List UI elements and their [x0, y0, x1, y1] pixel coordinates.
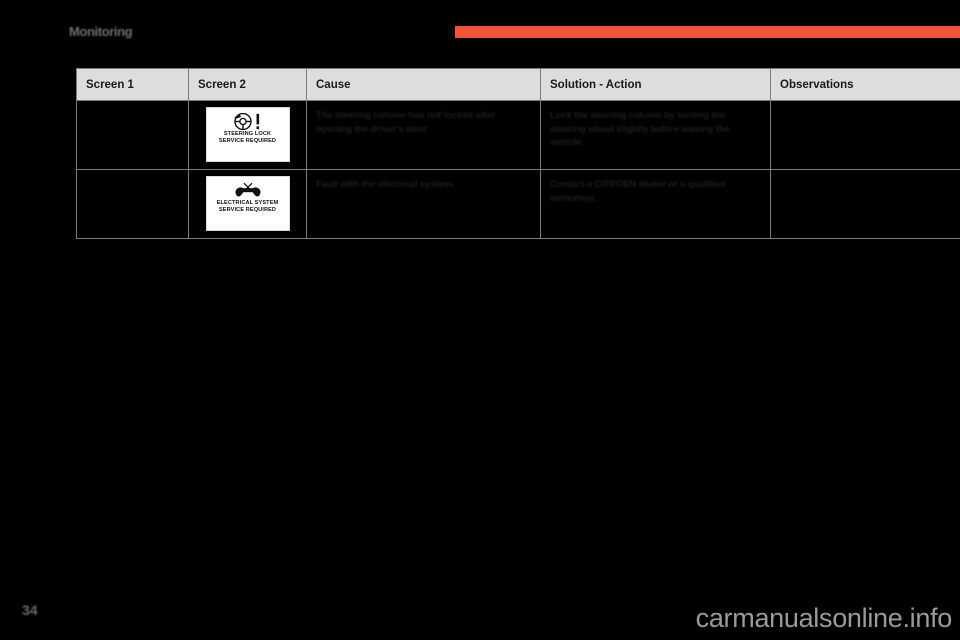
warning-screen-label: STEERING LOCK SERVICE REQUIRED — [218, 131, 277, 145]
cell-solution-action: Lock the steering column by turning the … — [540, 100, 771, 170]
page-number: 34 — [22, 602, 38, 618]
cell-screen-1 — [76, 100, 189, 170]
table-header: Screen 1 Screen 2 Cause Solution - Actio… — [76, 68, 960, 101]
warning-messages-table: Screen 1 Screen 2 Cause Solution - Actio… — [76, 68, 960, 239]
warning-screen-graphic: STEERING LOCK SERVICE REQUIRED — [205, 107, 290, 162]
warning-screen-label: ELECTRICAL SYSTEM SERVICE REQUIRED — [216, 200, 279, 214]
cell-cause: The steering column has not locked after… — [306, 100, 541, 170]
electrical-system-warning-icon — [235, 182, 260, 197]
header-accent-bar — [455, 26, 960, 38]
cell-cause: Fault with the electrical system. — [306, 169, 541, 239]
cause-text: Fault with the electrical system. — [316, 179, 455, 190]
cell-observations — [770, 100, 960, 170]
cell-screen-2: ELECTRICAL SYSTEM SERVICE REQUIRED — [188, 169, 307, 239]
warning-screen-graphic: ELECTRICAL SYSTEM SERVICE REQUIRED — [205, 176, 290, 231]
table-row: STEERING LOCK SERVICE REQUIRED The steer… — [76, 100, 960, 170]
column-header-observations: Observations — [770, 68, 960, 101]
cause-text: The steering column has not locked after… — [316, 110, 496, 135]
steering-wheel-warning-icon — [233, 113, 259, 130]
table-body: STEERING LOCK SERVICE REQUIRED The steer… — [76, 100, 960, 239]
page-title: Monitoring — [69, 24, 133, 39]
solution-text: Lock the steering column by turning the … — [550, 110, 730, 148]
column-header-cause: Cause — [306, 68, 541, 101]
solution-text: Contact a CITROËN dealer or a qualified … — [550, 179, 726, 204]
cell-observations — [770, 169, 960, 239]
cell-screen-2: STEERING LOCK SERVICE REQUIRED — [188, 100, 307, 170]
observations-text — [771, 170, 960, 184]
column-header-screen-1: Screen 1 — [76, 68, 189, 101]
observations-text — [771, 101, 960, 115]
cell-solution-action: Contact a CITROËN dealer or a qualified … — [540, 169, 771, 239]
table-row: ELECTRICAL SYSTEM SERVICE REQUIRED Fault… — [76, 169, 960, 239]
cell-screen-1 — [76, 169, 189, 239]
column-header-screen-2: Screen 2 — [188, 68, 307, 101]
site-watermark: carmanualsonline.info — [695, 603, 953, 633]
column-header-solution-action: Solution - Action — [540, 68, 771, 101]
table-header-row: Screen 1 Screen 2 Cause Solution - Actio… — [76, 68, 960, 101]
